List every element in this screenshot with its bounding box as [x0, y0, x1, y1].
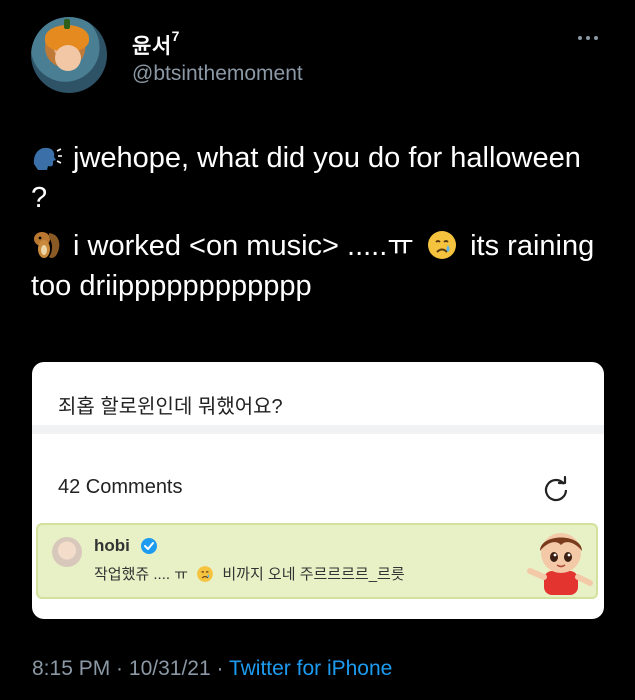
name-superscript: 7 [171, 28, 180, 44]
crying-face-icon [197, 566, 214, 582]
user-handle[interactable]: @btsinthemoment [132, 62, 303, 86]
chipmunk-icon [34, 232, 60, 258]
avatar-face-graphic [55, 45, 81, 71]
comment-text-a: 작업했쥬 .... ㅠ [94, 566, 189, 583]
comment-text-b: 비까지 오네 주르르르르_르릇 [222, 566, 405, 583]
crying-face-icon [428, 231, 457, 259]
display-name[interactable]: 윤서7 [132, 28, 180, 60]
verified-icon [141, 538, 157, 554]
tweet-date[interactable]: 10/31/21 [129, 657, 211, 680]
refresh-icon[interactable] [542, 474, 570, 502]
pumpkin-stem-graphic [64, 19, 70, 29]
profile-avatar[interactable] [31, 17, 107, 93]
tweet-paragraph-1: jwehope, what did you do for halloween ? [31, 138, 601, 218]
character-sticker [527, 533, 593, 595]
comment-avatar [52, 537, 82, 567]
tweet-body: jwehope, what did you do for halloween ?… [31, 138, 601, 314]
comment-text: 작업했쥬 .... ㅠ 비까지 오네 주르르르르_르릇 [94, 563, 405, 584]
tweet-line-2a: i worked <on music> .....ㅠ [73, 230, 414, 262]
card-title: 죄홉 할로윈인데 뭐했어요? [58, 396, 283, 418]
tweet-line-1: jwehope, what did you do for halloween ? [31, 142, 581, 214]
speaking-head-icon [33, 147, 62, 170]
footer-separator: · [110, 657, 129, 680]
screenshot-card[interactable]: 죄홉 할로윈인데 뭐했어요? 42 Comments hobi 작업했쥬 ...… [32, 362, 604, 619]
card-divider [32, 425, 604, 434]
tweet-source-link[interactable]: Twitter for iPhone [229, 657, 392, 680]
more-icon[interactable] [578, 32, 602, 44]
display-name-text: 윤서 [132, 35, 172, 58]
tweet-time[interactable]: 8:15 PM [32, 657, 110, 680]
comments-count: 42 Comments [58, 476, 183, 498]
comment-author: hobi [94, 536, 130, 555]
tweet-footer: 8:15 PM · 10/31/21 · Twitter for iPhone [32, 657, 392, 681]
footer-separator: · [210, 657, 229, 680]
highlighted-comment[interactable]: hobi 작업했쥬 .... ㅠ 비까지 오네 주르르르르_르릇 [36, 523, 598, 599]
tweet-paragraph-2: i worked <on music> .....ㅠ its raining t… [31, 226, 601, 306]
